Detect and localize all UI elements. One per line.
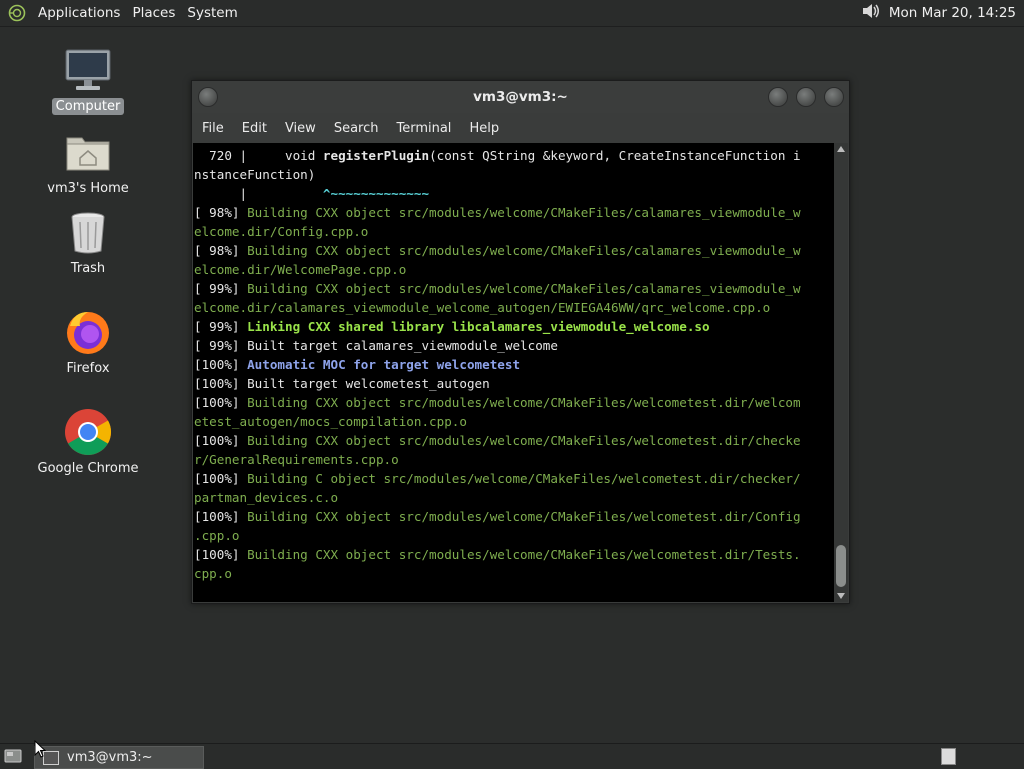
terminal-line: 720 | void registerPlugin(const QString …	[194, 148, 801, 163]
terminal-line: cpp.o	[194, 566, 232, 581]
taskbar-terminal-button[interactable]: vm3@vm3:~	[34, 746, 204, 769]
terminal-line: [100%] Building CXX object src/modules/w…	[194, 433, 801, 448]
terminal-menubar: File Edit View Search Terminal Help	[192, 113, 849, 143]
close-button[interactable]	[824, 87, 844, 107]
desktop-icon-firefox[interactable]: Firefox	[33, 308, 143, 377]
maximize-button[interactable]	[796, 87, 816, 107]
minimize-button[interactable]	[768, 87, 788, 107]
terminal-line: nstanceFunction)	[194, 167, 316, 182]
terminal-scrollbar[interactable]	[834, 143, 848, 602]
menu-help[interactable]: Help	[460, 121, 508, 136]
terminal-line: [100%] Building CXX object src/modules/w…	[194, 395, 801, 410]
menu-terminal[interactable]: Terminal	[387, 121, 460, 136]
home-folder-icon	[64, 128, 112, 176]
terminal-line: [100%] Automatic MOC for target welcomet…	[194, 357, 521, 372]
terminal-line: | ^~~~~~~~~~~~~~	[194, 186, 430, 201]
terminal-line: etest_autogen/mocs_compilation.cpp.o	[194, 414, 467, 429]
desktop-icon-computer[interactable]: Computer	[33, 46, 143, 115]
terminal-output[interactable]: 720 | void registerPlugin(const QString …	[193, 143, 834, 602]
desktop-icon-chrome[interactable]: Google Chrome	[33, 408, 143, 477]
menu-view[interactable]: View	[276, 121, 325, 136]
terminal-line: [ 99%] Building CXX object src/modules/w…	[194, 281, 801, 296]
terminal-line: [ 99%] Linking CXX shared library libcal…	[194, 319, 710, 334]
terminal-line: elcome.dir/WelcomePage.cpp.o	[194, 262, 407, 277]
desktop-icon-label: Firefox	[66, 361, 110, 376]
applications-menu[interactable]: Applications	[32, 5, 126, 21]
computer-icon	[64, 46, 112, 94]
terminal-line: .cpp.o	[194, 528, 240, 543]
desktop-icon-label: vm3's Home	[47, 181, 129, 196]
desktop-icon-home[interactable]: vm3's Home	[33, 128, 143, 197]
terminal-line: elcome.dir/calamares_viewmodule_welcome_…	[194, 300, 771, 315]
menu-edit[interactable]: Edit	[233, 121, 276, 136]
show-desktop-icon[interactable]	[4, 748, 22, 764]
scroll-down-arrow-icon[interactable]	[837, 593, 845, 599]
terminal-line: [100%] Building C object src/modules/wel…	[194, 471, 801, 486]
window-title: vm3@vm3:~	[473, 89, 568, 105]
terminal-line: [100%] Built target welcometest_autogen	[194, 376, 490, 391]
terminal-line: partman_devices.c.o	[194, 490, 339, 505]
system-menu[interactable]: System	[181, 5, 243, 21]
workspace-switcher[interactable]	[941, 748, 956, 765]
window-menu-button[interactable]	[198, 87, 218, 107]
terminal-line: [ 98%] Building CXX object src/modules/w…	[194, 205, 801, 220]
distro-logo-icon[interactable]	[6, 2, 28, 24]
top-panel: Applications Places System Mon Mar 20, 1…	[0, 0, 1024, 27]
places-menu[interactable]: Places	[126, 5, 181, 21]
desktop-icon-label: Computer	[51, 98, 125, 115]
terminal-line: [ 98%] Building CXX object src/modules/w…	[194, 243, 801, 258]
terminal-window[interactable]: vm3@vm3:~ File Edit View Search Terminal…	[191, 80, 850, 604]
menu-file[interactable]: File	[192, 121, 233, 136]
clock[interactable]: Mon Mar 20, 14:25	[889, 5, 1016, 21]
terminal-line: [100%] Building CXX object src/modules/w…	[194, 509, 801, 524]
terminal-titlebar[interactable]: vm3@vm3:~	[192, 81, 849, 113]
terminal-line: [100%] Building CXX object src/modules/w…	[194, 547, 801, 562]
scroll-up-arrow-icon[interactable]	[837, 146, 845, 152]
chrome-icon	[64, 408, 112, 456]
trash-icon	[64, 208, 112, 256]
desktop-icon-label: Google Chrome	[37, 461, 139, 476]
desktop-icon-trash[interactable]: Trash	[33, 208, 143, 277]
firefox-icon	[64, 308, 112, 356]
menu-search[interactable]: Search	[325, 121, 388, 136]
task-label: vm3@vm3:~	[67, 750, 153, 765]
terminal-line: [ 99%] Built target calamares_viewmodule…	[194, 338, 558, 353]
scroll-thumb[interactable]	[836, 545, 846, 587]
terminal-line: r/GeneralRequirements.cpp.o	[194, 452, 399, 467]
terminal-text: 720 | void registerPlugin(const QString …	[193, 143, 834, 583]
terminal-line: elcome.dir/Config.cpp.o	[194, 224, 369, 239]
desktop-icon-label: Trash	[70, 261, 106, 276]
volume-icon[interactable]	[861, 2, 881, 24]
bottom-panel: vm3@vm3:~	[0, 743, 1024, 769]
